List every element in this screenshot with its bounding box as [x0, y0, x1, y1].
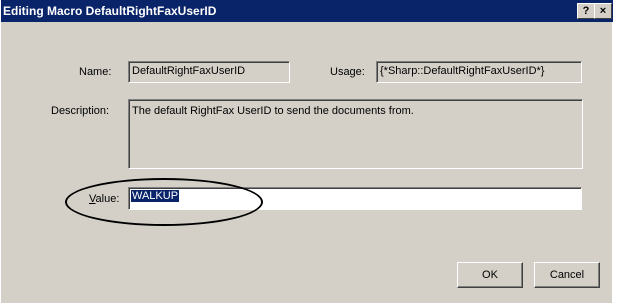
window-title: Editing Macro DefaultRightFaxUserID: [3, 4, 217, 18]
usage-field: {*Sharp::DefaultRightFaxUserID*}: [376, 61, 582, 83]
help-button[interactable]: ?: [577, 3, 595, 19]
description-label: Description:: [51, 105, 110, 117]
value-input[interactable]: WALKUP: [128, 187, 582, 210]
name-field: DefaultRightFaxUserID: [128, 61, 290, 83]
usage-label: Usage:: [330, 66, 365, 78]
cancel-button[interactable]: Cancel: [534, 262, 600, 288]
name-label: Name:: [79, 66, 112, 78]
macro-edit-dialog: Editing Macro DefaultRightFaxUserID ? × …: [0, 0, 613, 303]
value-label: Value:: [89, 193, 119, 205]
value-input-text: WALKUP: [131, 190, 180, 202]
close-button[interactable]: ×: [594, 3, 612, 19]
description-field: The default RightFax UserID to send the …: [128, 99, 583, 169]
title-bar[interactable]: Editing Macro DefaultRightFaxUserID ? ×: [1, 0, 613, 22]
value-label-text: alue:: [95, 193, 120, 205]
ok-button[interactable]: OK: [457, 262, 523, 288]
